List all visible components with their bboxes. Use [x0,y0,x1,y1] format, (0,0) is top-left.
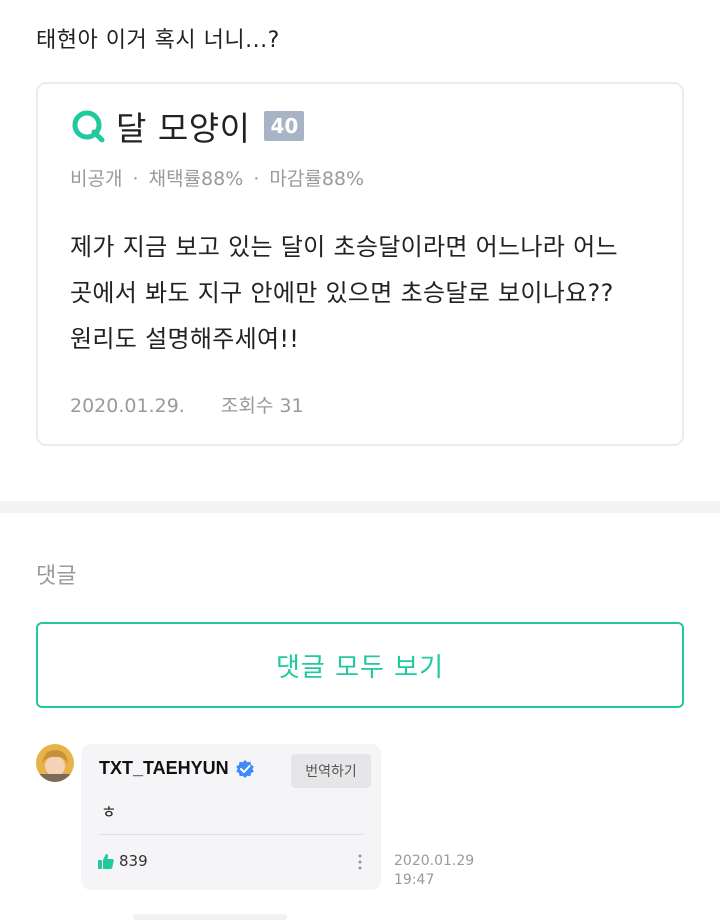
qna-views: 조회수 31 [220,395,304,417]
avatar-image [36,744,74,782]
meta-separator: · [132,168,139,190]
qna-body: 제가 지금 보고 있는 달이 초승달이라면 어느나라 어느 곳에서 봐도 지구 … [70,224,670,362]
verified-check-icon [235,759,254,778]
like-count: 839 [119,852,148,870]
section-divider [0,501,720,513]
meta-separator: · [253,168,260,190]
avatar[interactable] [36,744,74,782]
comment-author-row: TXT_TAEHYUN [99,758,255,779]
comment-text: ㅎ [101,803,117,823]
comment-time: 19:47 [394,872,435,888]
qna-body-line: 제가 지금 보고 있는 달이 초승달이라면 어느나라 어느 [70,233,618,261]
qna-card[interactable]: 달 모양이 40 비공개 · 채택률88% · 마감률88% 제가 지금 보고 … [36,82,684,446]
qna-title: 달 모양이 [116,109,251,148]
post-text: 태현아 이거 혹시 너니...? [36,28,280,53]
qna-count-badge: 40 [264,111,305,141]
comments-heading: 댓글 [36,564,77,589]
view-all-comments-button[interactable]: 댓글 모두 보기 [36,622,684,708]
more-vertical-icon[interactable] [357,852,363,872]
comment-timestamp: 2020.01.29 19:47 [394,852,474,890]
qna-visibility: 비공개 [70,168,123,190]
comment-bubble: TXT_TAEHYUN 번역하기 ㅎ 839 [81,744,381,890]
q-logo-icon [72,110,105,143]
thumbs-up-icon [98,853,114,869]
comment-author[interactable]: TXT_TAEHYUN [99,758,229,779]
qna-adoption-rate: 채택률88% [148,168,244,190]
qna-meta: 비공개 · 채택률88% · 마감률88% [70,164,364,191]
translate-button[interactable]: 번역하기 [291,754,371,788]
qna-body-line: 곳에서 봐도 지구 안에만 있으면 초승달로 보이나요?? [70,279,614,307]
qna-footer: 2020.01.29. 조회수 31 [70,391,304,418]
qna-date: 2020.01.29. [70,395,185,417]
comment-date: 2020.01.29 [394,853,475,869]
qna-closing-rate: 마감률88% [269,168,365,190]
qna-title-row: 달 모양이 40 [70,102,305,150]
qna-body-line: 원리도 설명해주세여!! [70,325,300,353]
next-comment-placeholder [133,914,287,920]
like-button[interactable]: 839 [97,852,148,870]
comment-divider [99,834,363,835]
